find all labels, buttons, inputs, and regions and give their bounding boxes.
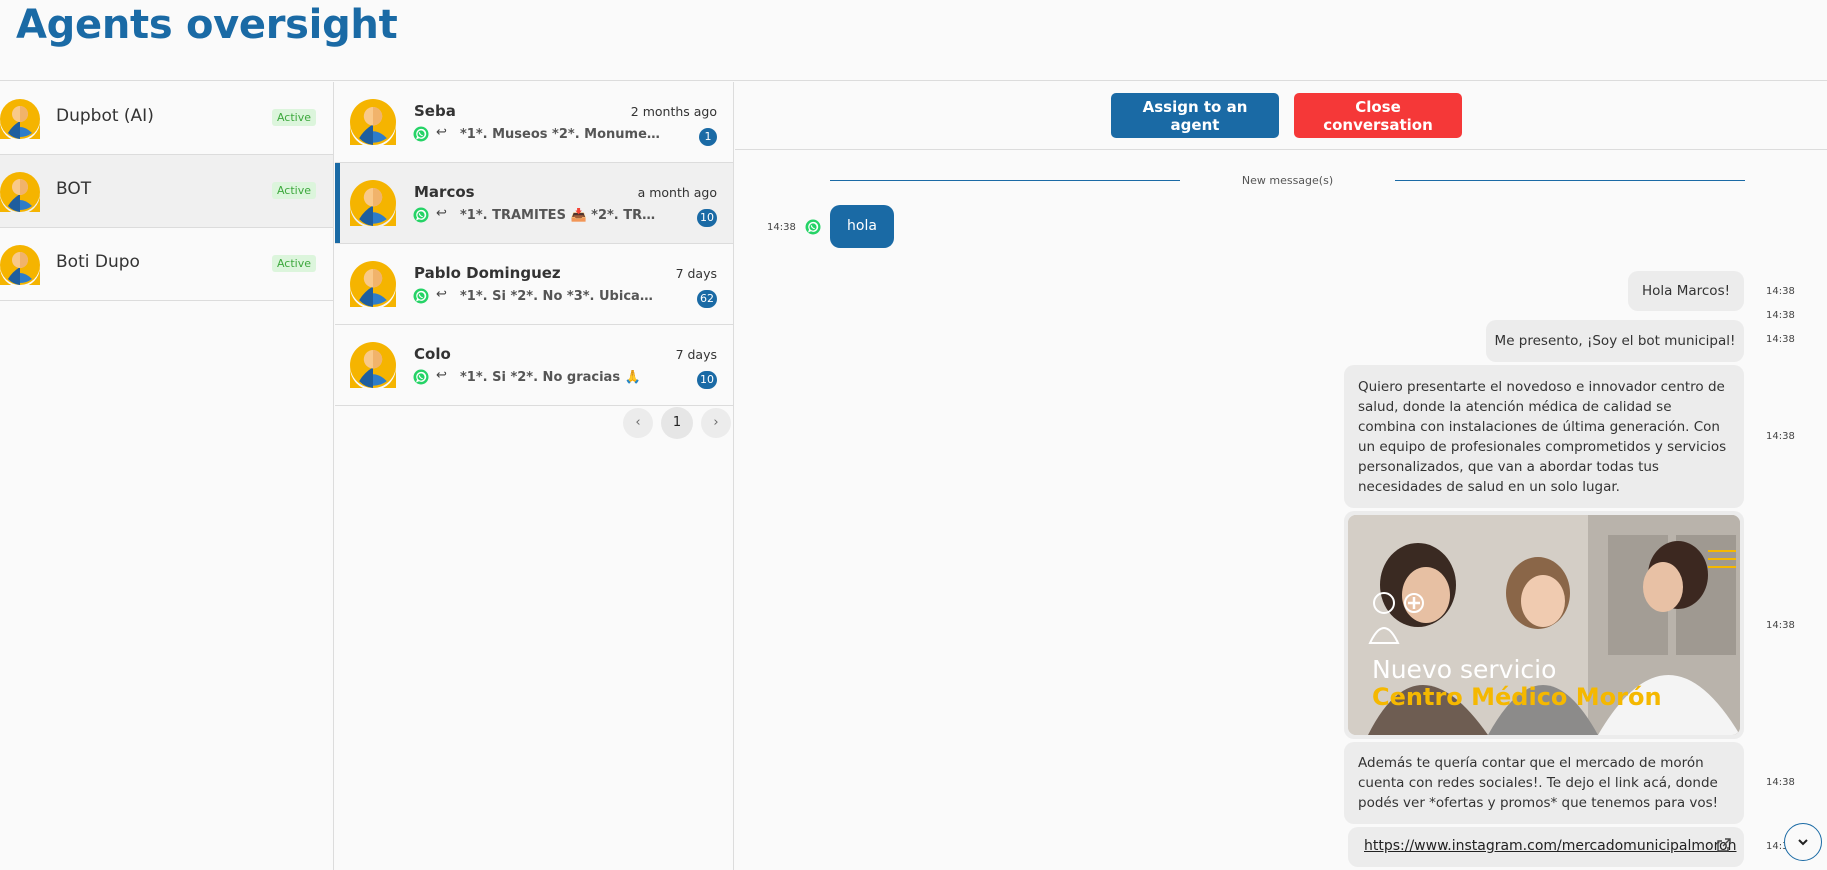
- avatar-icon: [350, 342, 396, 388]
- reply-icon: ↩: [436, 287, 447, 302]
- external-link-icon[interactable]: [1716, 837, 1732, 853]
- conversation-time: 7 days: [675, 347, 717, 362]
- reply-icon: ↩: [436, 206, 447, 221]
- conversation-item-marcos[interactable]: Marcos a month ago ↩ *1*. TRAMITES 📥 *2*…: [335, 163, 733, 244]
- message-bubble-outgoing: Además te quería contar que el mercado d…: [1344, 742, 1744, 824]
- message-time: 14:38: [1766, 286, 1795, 297]
- avatar-icon: [0, 245, 40, 285]
- unread-badge: 10: [697, 209, 717, 227]
- next-page-button[interactable]: ›: [701, 408, 731, 438]
- unread-badge: 62: [697, 290, 717, 308]
- reply-icon: ↩: [436, 125, 447, 140]
- conversation-preview: *1*. Museos *2*. Monumentos *3*. Parques: [460, 127, 660, 142]
- whatsapp-icon: [413, 207, 429, 223]
- promo-subheadline: Centro Médico Morón: [1372, 683, 1662, 711]
- conversation-time: 7 days: [675, 266, 717, 281]
- pagination: ‹ 1 ›: [623, 407, 733, 439]
- app-root: Agents oversight Dupbot (AI) Active BOT …: [0, 0, 1827, 870]
- message-time: 14:38: [767, 222, 796, 233]
- close-conversation-button[interactable]: Close conversation: [1294, 93, 1462, 138]
- agent-row-boti-dupo[interactable]: Boti Dupo Active: [0, 228, 333, 301]
- reply-icon: ↩: [436, 368, 447, 383]
- avatar-icon: [350, 261, 396, 307]
- conversation-time: 2 months ago: [630, 104, 717, 119]
- whatsapp-icon: [413, 369, 429, 385]
- scroll-down-button[interactable]: [1784, 823, 1822, 861]
- conversation-preview: *1*. Si *2*. No *3*. Ubicación: [460, 289, 660, 304]
- conversation-time: a month ago: [637, 185, 717, 200]
- prev-page-button[interactable]: ‹: [623, 408, 653, 438]
- assign-to-agent-button[interactable]: Assign to an agent: [1111, 93, 1279, 138]
- conversation-preview: *1*. Si *2*. No gracias 🙏: [460, 370, 641, 385]
- page-title: Agents oversight: [16, 2, 398, 48]
- chat-panel: Assign to an agent Close conversation Ne…: [735, 82, 1827, 870]
- avatar-icon: [350, 180, 396, 226]
- agent-row-dupbot[interactable]: Dupbot (AI) Active: [0, 82, 333, 155]
- instagram-link[interactable]: https://www.instagram.com/mercadomunicip…: [1364, 838, 1736, 854]
- status-badge: Active: [271, 109, 316, 126]
- new-messages-divider: New message(s): [1241, 174, 1334, 187]
- conversation-name: Pablo Dominguez: [414, 264, 561, 282]
- message-bubble-outgoing: Me presento, ¡Soy el bot municipal!: [1486, 320, 1744, 362]
- promo-headline: Nuevo servicio: [1372, 655, 1557, 684]
- message-bubble-outgoing: Quiero presentarte el novedoso e innovad…: [1344, 365, 1744, 508]
- current-page[interactable]: 1: [661, 407, 693, 439]
- message-time: 14:38: [1766, 777, 1795, 788]
- message-time: 14:38: [1766, 334, 1795, 345]
- header: Agents oversight: [0, 0, 1827, 81]
- message-time: 14:38: [1766, 431, 1795, 442]
- whatsapp-icon: [413, 288, 429, 304]
- agent-name: BOT: [56, 179, 92, 199]
- conversation-preview: *1*. TRAMITES 📥 *2*. TRAMITES: [460, 208, 660, 223]
- message-bubble-incoming: hola: [830, 205, 894, 248]
- agents-panel: Dupbot (AI) Active BOT Active Boti Dupo …: [0, 82, 334, 870]
- promo-image: Nuevo servicio Centro Médico Morón: [1348, 515, 1740, 735]
- chevron-down-icon: [1798, 839, 1808, 846]
- agent-row-bot[interactable]: BOT Active: [0, 155, 333, 228]
- status-badge: Active: [271, 182, 316, 199]
- unread-badge: 1: [699, 128, 717, 146]
- chat-toolbar: Assign to an agent Close conversation: [735, 82, 1827, 150]
- message-link: https://www.instagram.com/mercadomunicip…: [1348, 827, 1744, 867]
- message-image[interactable]: Nuevo servicio Centro Médico Morón: [1344, 511, 1744, 739]
- unread-badge: 10: [697, 371, 717, 389]
- avatar-icon: [0, 172, 40, 212]
- conversations-panel: Seba 2 months ago ↩ *1*. Museos *2*. Mon…: [335, 82, 734, 870]
- conversation-name: Seba: [414, 102, 456, 120]
- conversation-item-colo[interactable]: Colo 7 days ↩ *1*. Si *2*. No gracias 🙏 …: [335, 325, 733, 406]
- avatar-icon: [0, 99, 40, 139]
- whatsapp-icon: [805, 219, 821, 235]
- whatsapp-icon: [413, 126, 429, 142]
- conversation-name: Marcos: [414, 183, 475, 201]
- conversation-name: Colo: [414, 345, 451, 363]
- conversation-item-seba[interactable]: Seba 2 months ago ↩ *1*. Museos *2*. Mon…: [335, 82, 733, 163]
- agent-name: Dupbot (AI): [56, 106, 154, 126]
- agent-name: Boti Dupo: [56, 252, 140, 272]
- message-bubble-outgoing: Hola Marcos!: [1628, 271, 1744, 311]
- avatar-icon: [350, 99, 396, 145]
- conversation-item-pablo-dominguez[interactable]: Pablo Dominguez 7 days ↩ *1*. Si *2*. No…: [335, 244, 733, 325]
- message-time: 14:38: [1766, 310, 1795, 321]
- status-badge: Active: [271, 255, 316, 272]
- message-time: 14:38: [1766, 620, 1795, 631]
